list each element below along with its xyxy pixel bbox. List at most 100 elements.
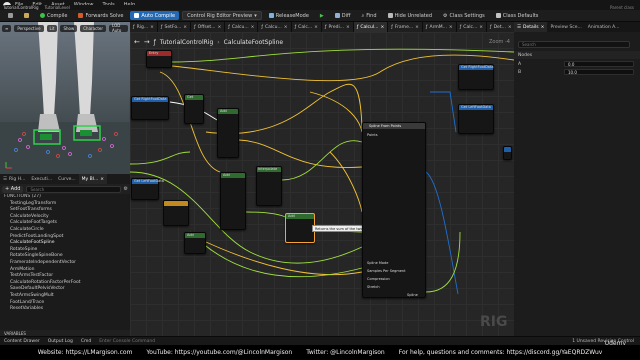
return-node-top[interactable]: Get RightFootData xyxy=(458,64,494,90)
interpolate-node[interactable]: Interpolate xyxy=(256,166,282,206)
toolbar: Compile Forwards Solve Auto Compile Cont… xyxy=(0,10,640,22)
graph-tab-label: Frame... xyxy=(394,24,414,30)
close-icon[interactable]: × xyxy=(380,25,384,30)
content-drawer-button[interactable]: Content Drawer xyxy=(4,339,40,344)
cmd-dropdown[interactable]: Cmd xyxy=(81,339,91,344)
character-button[interactable]: Character xyxy=(80,24,106,32)
tab-rig-hierarchy[interactable]: ☰ Rig H... xyxy=(0,174,28,184)
function-list-item[interactable]: CalculateFootSpline xyxy=(0,240,130,247)
release-mode-button[interactable]: ReleaseMode xyxy=(265,11,313,20)
add-node-3[interactable]: Add xyxy=(220,172,246,230)
lod-button[interactable]: LOD Auto xyxy=(109,23,128,33)
foot-data-node[interactable]: Get RightFootData xyxy=(131,96,169,120)
save-button[interactable] xyxy=(4,11,17,20)
close-icon[interactable]: × xyxy=(449,25,453,30)
add-button[interactable]: + Add xyxy=(2,185,24,193)
graph-tab[interactable]: ƒ Offset... × xyxy=(191,22,226,32)
class-settings-button[interactable]: ⚙ Class Settings xyxy=(439,11,489,20)
breadcrumb-root[interactable]: TutorialControlRig xyxy=(160,39,213,46)
browse-button[interactable] xyxy=(20,11,33,20)
details-section-nodes[interactable]: Nodes xyxy=(514,51,640,59)
lit-button[interactable]: Lit xyxy=(46,24,58,32)
graph-tab[interactable]: ƒ Frame... × xyxy=(388,22,423,32)
back-arrow-icon[interactable]: ← xyxy=(134,38,140,46)
tab-preview-scene[interactable]: Preview Sce... xyxy=(547,22,584,32)
output-log-button[interactable]: Output Log xyxy=(48,339,73,344)
search-icon: ⌕ xyxy=(361,12,365,19)
entry-node[interactable]: Entry xyxy=(146,50,172,68)
graph-tab-label: SetFo... xyxy=(164,24,182,30)
close-icon[interactable]: × xyxy=(183,25,187,30)
get-node-1[interactable]: Get xyxy=(184,94,204,124)
graph-tab[interactable]: ƒ Calcu... × xyxy=(258,22,292,32)
forward-arrow-icon[interactable]: → xyxy=(144,38,150,46)
graph-tab[interactable]: ƒ Calc... × xyxy=(456,22,487,32)
close-icon[interactable]: × xyxy=(284,25,288,30)
preview-dropdown[interactable]: Control Rig Editor Preview ▾ xyxy=(182,11,262,20)
close-icon[interactable]: × xyxy=(541,25,545,30)
function-list-item[interactable]: ResetVariables xyxy=(0,306,130,313)
add-node-1[interactable]: Add xyxy=(217,108,239,158)
foot-data-node-2[interactable]: Get LeftFootData xyxy=(131,178,164,200)
graph-tab[interactable]: ƒ Det... × xyxy=(487,22,516,32)
find-button[interactable]: ⌕ Find xyxy=(357,11,380,20)
close-icon[interactable]: × xyxy=(314,25,318,30)
close-icon[interactable]: × xyxy=(508,25,512,30)
function-list-item[interactable]: SaveDefaultPelvisVector xyxy=(0,286,130,293)
function-list-item[interactable]: TestArmsTestFactor xyxy=(0,273,130,280)
breadcrumb-current[interactable]: CalculateFootSpline xyxy=(224,39,283,46)
close-icon[interactable]: × xyxy=(415,25,419,30)
viewport-menu-button[interactable]: ≡ xyxy=(2,24,12,32)
forwards-solve-label: Forwards Solve xyxy=(85,12,124,19)
node-graph[interactable] xyxy=(130,32,514,336)
close-icon[interactable]: × xyxy=(479,25,483,30)
close-icon[interactable]: × xyxy=(100,177,104,182)
diff-button[interactable]: Diff xyxy=(331,11,355,20)
function-list-item[interactable]: CalculateFootTargets xyxy=(0,220,130,227)
tab-details[interactable]: ☰ Details × xyxy=(514,22,548,32)
preview-viewport[interactable] xyxy=(0,22,130,174)
function-list-item[interactable]: RotateSingleSpineBone xyxy=(0,253,130,260)
class-defaults-button[interactable]: Class Defaults xyxy=(492,11,543,20)
tab-curve-container[interactable]: Curve... xyxy=(55,174,79,184)
details-search-input[interactable]: Search xyxy=(518,41,630,48)
close-icon[interactable]: × xyxy=(217,25,221,30)
blueprint-search-input[interactable]: Search xyxy=(26,185,121,193)
function-list-item[interactable]: FrameratelndependentVector xyxy=(0,260,130,267)
details-row-a-field[interactable]: 0.0 xyxy=(564,61,634,67)
functions-section-header[interactable]: FUNCTIONS (27) xyxy=(0,194,130,201)
graph-tab[interactable]: ƒ SetFo... × xyxy=(157,22,192,32)
show-button[interactable]: Show xyxy=(60,24,78,32)
return-node-bottom[interactable]: Get LeftFootData xyxy=(458,104,494,134)
function-list-item[interactable]: SetFootTransforms xyxy=(0,207,130,214)
function-list-item[interactable]: CalculateCircle xyxy=(0,227,130,234)
details-row-b-label: B xyxy=(518,69,522,75)
settings-gear-icon[interactable]: ⚙ xyxy=(124,186,128,192)
hide-unrelated-button[interactable]: Hide Unrelated xyxy=(384,11,437,20)
tab-execution-stack[interactable]: Executi... xyxy=(28,174,55,184)
auto-compile-toggle[interactable]: Auto Compile xyxy=(130,11,180,20)
left-panel-tabs: ☰ Rig H... Executi... Curve... My Bl... × xyxy=(0,174,130,184)
tab-animation-asset[interactable]: Animation A... xyxy=(585,22,623,32)
function-list-item[interactable]: TestArmsSwingMult xyxy=(0,293,130,300)
tab-my-blueprint[interactable]: My Bl... × xyxy=(78,174,108,184)
graph-tab[interactable]: ƒ Rig... × xyxy=(130,22,158,32)
close-icon[interactable]: × xyxy=(346,25,350,30)
perspective-button[interactable]: Perspective xyxy=(14,24,44,32)
graph-tab[interactable]: ƒ Calcu... × xyxy=(225,22,259,32)
spline-from-points-node[interactable]: Spline From Points Points Spline Mode Sa… xyxy=(362,122,426,298)
close-icon[interactable]: × xyxy=(150,25,154,30)
compile-button[interactable]: Compile xyxy=(36,11,71,20)
return-node[interactable] xyxy=(503,146,512,160)
add-node-2[interactable]: Add xyxy=(184,232,206,254)
close-icon[interactable]: × xyxy=(251,25,255,30)
console-input[interactable]: Enter Console Command xyxy=(99,339,155,344)
forwards-solve-button[interactable]: Forwards Solve xyxy=(74,11,127,20)
graph-tab[interactable]: ƒ ArmM... × xyxy=(422,22,457,32)
vector-node[interactable] xyxy=(163,200,189,226)
play-button[interactable]: ▶ xyxy=(316,11,328,20)
graph-tab[interactable]: ƒ Calcul... × xyxy=(353,22,389,32)
graph-tab[interactable]: ƒ Calc... × xyxy=(291,22,322,32)
details-row-b-field[interactable]: 10.0 xyxy=(564,69,634,75)
graph-tab[interactable]: ƒ Predi... × xyxy=(321,22,354,32)
